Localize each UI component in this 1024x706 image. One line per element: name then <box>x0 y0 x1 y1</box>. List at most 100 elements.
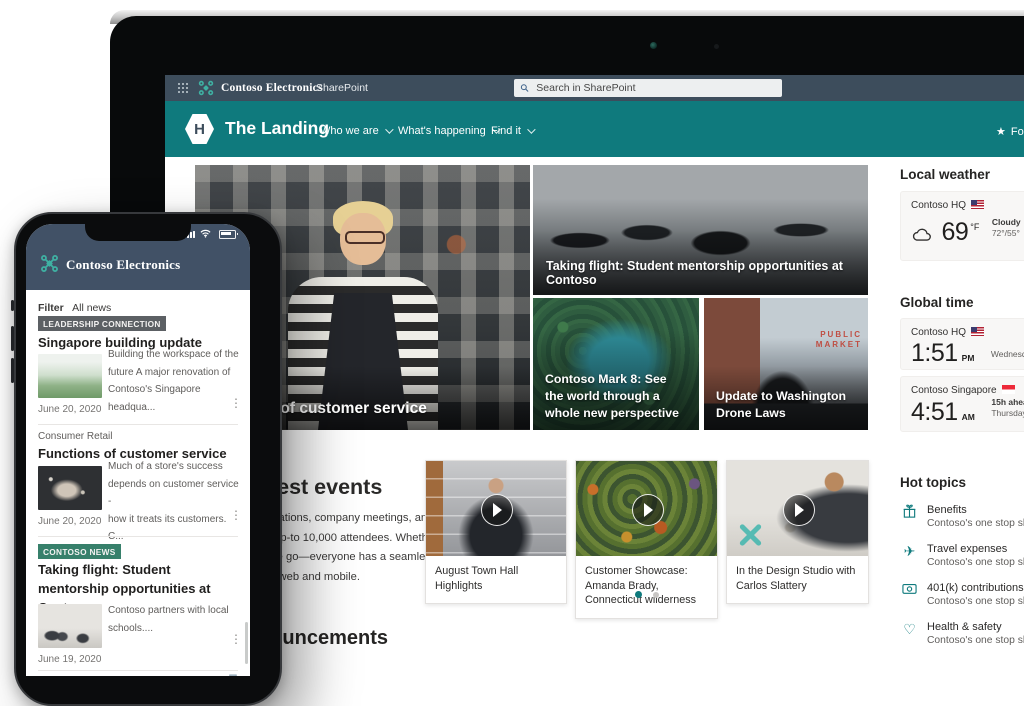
money-icon <box>901 582 918 599</box>
laptop-sensor <box>714 44 719 49</box>
hero-taking-flight[interactable]: Taking flight: Student mentorship opport… <box>533 165 868 295</box>
search-input[interactable] <box>534 81 776 95</box>
news-date: June 19, 2020 <box>38 654 102 665</box>
weather-temp: 69 <box>941 218 969 246</box>
suite-brand[interactable]: Contoso Electronics <box>221 75 323 101</box>
time-detail2: Thursday, 6/18/20 <box>991 408 1024 418</box>
star-icon: ★ <box>996 126 1006 138</box>
news-excerpt: Much of a store's success depends on cus… <box>108 461 239 542</box>
more-options-icon[interactable]: ⋮ <box>230 508 242 522</box>
singapore-flag-icon <box>1001 385 1015 394</box>
contoso-logo-icon <box>198 80 214 96</box>
time-location: Contoso Singapore <box>911 385 997 396</box>
weather-high-low: 72°/55° <box>991 228 1020 238</box>
play-icon[interactable] <box>782 493 815 526</box>
carousel-dot[interactable] <box>653 592 659 598</box>
hero-drone-laws[interactable]: PUBLIC MARKET Update to Washington Drone… <box>704 298 868 430</box>
phone-screen: Contoso Electronics Filter All news LEAD… <box>26 224 250 676</box>
nav-item-find-it[interactable]: Find it <box>491 125 536 137</box>
photo-sign-text: PUBLIC MARKET <box>815 330 862 349</box>
video-card-design-studio[interactable]: In the Design Studio with Carlos Slatter… <box>726 460 869 604</box>
video-card-town-hall[interactable]: August Town Hall Highlights <box>425 460 567 604</box>
news-thumbnail <box>38 604 102 648</box>
hot-topic-401k[interactable]: 401(k) contributions Contoso's one stop … <box>901 582 1024 616</box>
suite-bar: Contoso Electronics SharePoint <box>165 75 1024 101</box>
gift-icon <box>901 504 918 521</box>
search-box[interactable] <box>514 79 782 97</box>
phone-brand: Contoso Electronics <box>66 257 181 272</box>
nav-item-who-we-are[interactable]: Who we are <box>320 125 394 137</box>
nav-item-whats-happening[interactable]: What's happening <box>398 125 501 137</box>
hot-topic-travel[interactable]: ✈ Travel expenses Contoso's one stop sho… <box>901 543 1024 577</box>
news-date: June 20, 2020 <box>38 516 102 527</box>
time-value: 1:51 <box>911 339 958 367</box>
search-icon <box>520 84 529 92</box>
carousel-dot-active[interactable] <box>635 591 642 598</box>
phone-device: Contoso Electronics Filter All news LEAD… <box>11 212 282 706</box>
chevron-down-icon <box>384 125 394 134</box>
site-nav: H The Landing Who we are What's happenin… <box>165 101 1024 157</box>
us-flag-icon <box>971 327 985 336</box>
time-value: 4:51 <box>911 398 958 426</box>
follow-button[interactable]: ★Follow <box>996 125 1024 138</box>
video-card-customer-showcase[interactable]: Customer Showcase: Amanda Brady, Connect… <box>575 460 718 619</box>
news-excerpt: Building the workspace of the future A m… <box>108 349 239 413</box>
weather-unit: °F <box>970 222 980 232</box>
time-card-hq: Contoso HQ 1:51PM Wednesday, 6/17/20 <box>900 318 1024 370</box>
weather-condition: Cloudy <box>991 217 1021 227</box>
news-category: Consumer Retail <box>38 431 113 442</box>
global-time-heading: Global time <box>900 295 974 310</box>
phone-notch <box>85 224 191 241</box>
play-icon[interactable] <box>631 493 664 526</box>
battery-icon <box>219 230 238 239</box>
news-thumbnail <box>38 466 102 510</box>
phone-volume-down <box>11 358 14 383</box>
more-options-icon[interactable]: ⋮ <box>230 632 242 646</box>
site-logo-letter: H <box>194 120 205 138</box>
video-caption: Customer Showcase: Amanda Brady, Connect… <box>585 565 697 606</box>
hot-topic-health[interactable]: ♡ Health & safety Contoso's one stop sho… <box>901 621 1024 655</box>
hot-topics-heading: Hot topics <box>900 475 966 490</box>
heart-icon: ♡ <box>903 621 916 637</box>
chevron-down-icon <box>527 125 536 134</box>
divider <box>38 424 238 425</box>
app-launcher-icon[interactable] <box>178 83 180 85</box>
airplane-icon: ✈ <box>903 543 916 559</box>
hero-title: Update to Washington Drone Laws <box>716 389 847 420</box>
news-badge: LEADERSHIP CONNECTION <box>38 316 166 331</box>
hero-title: Taking flight: Student mentorship opport… <box>546 259 843 287</box>
site-title[interactable]: The Landing <box>225 118 329 139</box>
time-location: Contoso HQ <box>911 327 967 338</box>
divider <box>38 670 238 671</box>
bookmark-icon[interactable] <box>228 674 238 676</box>
time-card-singapore: Contoso Singapore 4:51AM 15h ahead Thurs… <box>900 376 1024 432</box>
hero-title: Contoso Mark 8: See the world through a … <box>545 372 679 420</box>
news-excerpt: Contoso partners with local schools.... <box>108 605 229 634</box>
more-options-icon[interactable]: ⋮ <box>230 396 242 410</box>
drone-watermark-icon <box>737 522 763 548</box>
news-date: June 20, 2020 <box>38 404 102 415</box>
phone-scrollbar[interactable] <box>245 622 248 664</box>
news-thumbnail <box>38 354 102 398</box>
time-meridiem: PM <box>961 353 975 363</box>
news-filter[interactable]: Filter All news <box>38 298 111 316</box>
weather-card: Contoso HQ 69°F Cloudy 72°/55° 06/17/20 <box>900 191 1024 261</box>
video-caption: August Town Hall Highlights <box>435 565 519 592</box>
news-badge: CONTOSO NEWS <box>38 544 121 559</box>
events-body: unications, company meetings, and for up… <box>258 512 438 583</box>
contoso-logo-icon <box>41 255 58 272</box>
laptop-camera <box>650 42 657 49</box>
cloud-icon <box>912 228 931 241</box>
laptop-screen: Contoso Electronics SharePoint H The Lan… <box>165 75 1024 662</box>
time-detail: 15h ahead <box>991 397 1024 407</box>
hot-topic-benefits[interactable]: Benefits Contoso's one stop shop for t <box>901 504 1024 538</box>
us-flag-icon <box>971 200 985 209</box>
wifi-icon <box>200 229 211 238</box>
suite-product[interactable]: SharePoint <box>316 75 368 101</box>
hero-contoso-mark8[interactable]: Contoso Mark 8: See the world through a … <box>533 298 699 430</box>
site-logo[interactable]: H <box>185 114 214 144</box>
time-meridiem: AM <box>961 412 975 422</box>
play-icon[interactable] <box>481 493 513 526</box>
hero-title: ns of customer service <box>258 400 427 417</box>
weather-location: Contoso HQ <box>911 200 967 211</box>
